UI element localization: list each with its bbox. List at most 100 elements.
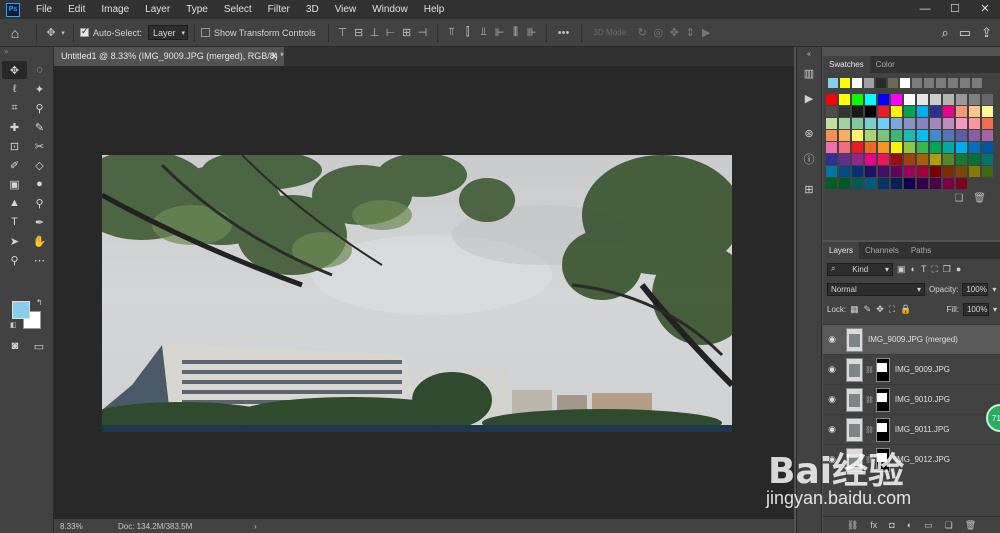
swatch[interactable]: [969, 142, 980, 153]
distribute-right-icon[interactable]: ⊪: [524, 26, 540, 39]
swatch[interactable]: [852, 154, 863, 165]
swatch[interactable]: [956, 142, 967, 153]
learn-icon[interactable]: ⊛: [797, 121, 821, 146]
dodge-tool-icon[interactable]: ⚲: [27, 194, 52, 212]
swatch[interactable]: [865, 178, 876, 189]
delete-layer-icon[interactable]: 🗑: [965, 520, 976, 531]
visibility-eye-icon[interactable]: ◉: [823, 364, 841, 375]
menu-layer[interactable]: Layer: [137, 0, 178, 19]
recent-swatch[interactable]: [960, 78, 970, 88]
workspace-icon[interactable]: ▭: [959, 25, 971, 41]
adjustment-filter-icon[interactable]: ◐: [911, 264, 916, 275]
swatch[interactable]: [865, 106, 876, 117]
swatch[interactable]: [865, 166, 876, 177]
layer-mask-thumbnail[interactable]: [875, 357, 890, 382]
recent-swatch[interactable]: [864, 78, 874, 88]
canvas-area[interactable]: [54, 66, 794, 519]
menu-window[interactable]: Window: [364, 0, 416, 19]
swatch[interactable]: [904, 154, 915, 165]
menu-help[interactable]: Help: [416, 0, 453, 19]
swatch[interactable]: [878, 118, 889, 129]
swatch[interactable]: [826, 166, 837, 177]
menu-edit[interactable]: Edit: [60, 0, 93, 19]
swatch[interactable]: [943, 154, 954, 165]
lock-image-icon[interactable]: ✎: [864, 304, 872, 315]
status-arrow-icon[interactable]: ›: [254, 522, 257, 531]
stamp-tool-icon[interactable]: ⊡: [2, 137, 27, 155]
swatch[interactable]: [956, 94, 967, 105]
swatch[interactable]: [982, 106, 993, 117]
swatch[interactable]: [930, 142, 941, 153]
swatch[interactable]: [852, 118, 863, 129]
swatch[interactable]: [852, 130, 863, 141]
close-button[interactable]: ✕: [970, 0, 1000, 19]
align-left-icon[interactable]: ⊢: [383, 26, 399, 39]
swatch[interactable]: [917, 178, 928, 189]
3d-camera-icon[interactable]: ▶: [698, 26, 714, 39]
swatch[interactable]: [956, 106, 967, 117]
swatch[interactable]: [826, 142, 837, 153]
3d-slide-icon[interactable]: ⇕: [682, 26, 698, 39]
visibility-eye-icon[interactable]: ◉: [823, 424, 841, 435]
info-icon[interactable]: ⓘ: [797, 146, 821, 171]
layer-mask-thumbnail[interactable]: [875, 417, 890, 442]
swatch[interactable]: [839, 154, 850, 165]
swatch[interactable]: [878, 94, 889, 105]
swatch[interactable]: [826, 154, 837, 165]
menu-image[interactable]: Image: [93, 0, 137, 19]
swatch[interactable]: [826, 178, 837, 189]
align-bottom-icon[interactable]: ⊥: [367, 26, 383, 39]
swatch[interactable]: [930, 154, 941, 165]
swatch[interactable]: [943, 106, 954, 117]
background-eraser-tool-icon[interactable]: ◇: [27, 156, 52, 174]
hand-tool-icon[interactable]: ✋: [27, 232, 52, 250]
panel-grip[interactable]: »: [0, 47, 53, 61]
eyedropper-tool-icon[interactable]: ⚲: [27, 99, 52, 117]
new-swatch-icon[interactable]: ❏: [954, 193, 963, 204]
recent-swatch[interactable]: [828, 78, 838, 88]
swatch[interactable]: [878, 178, 889, 189]
swatch[interactable]: [865, 94, 876, 105]
recent-swatch[interactable]: [948, 78, 958, 88]
swatch[interactable]: [891, 118, 902, 129]
swatch[interactable]: [839, 118, 850, 129]
menu-file[interactable]: File: [28, 0, 60, 19]
swatch[interactable]: [943, 94, 954, 105]
swatch[interactable]: [904, 118, 915, 129]
swatch[interactable]: [826, 94, 837, 105]
foreground-color-swatch[interactable]: [12, 301, 30, 319]
swatch[interactable]: [865, 154, 876, 165]
menu-type[interactable]: Type: [178, 0, 216, 19]
swap-colors-icon[interactable]: ↰: [36, 298, 43, 307]
swatch[interactable]: [917, 94, 928, 105]
3d-drag-icon[interactable]: ✥: [666, 26, 682, 39]
swatch[interactable]: [891, 106, 902, 117]
libraries-icon[interactable]: ⊞: [797, 177, 821, 202]
history-icon[interactable]: ▥: [797, 61, 821, 86]
swatch[interactable]: [956, 154, 967, 165]
mask-link-icon[interactable]: ⛓: [865, 426, 874, 434]
recent-swatch[interactable]: [936, 78, 946, 88]
eraser-tool-icon[interactable]: ✐: [2, 156, 27, 174]
layer-row[interactable]: ◉ ⛓ IMG_9011.JPG: [823, 414, 1000, 444]
document-tab[interactable]: Untitled1 @ 8.33% (IMG_9009.JPG (merged)…: [54, 47, 284, 66]
sharpen-tool-icon[interactable]: ▲: [2, 194, 27, 212]
history-brush-tool-icon[interactable]: ✂: [27, 137, 52, 155]
swatch[interactable]: [917, 106, 928, 117]
auto-select-checkbox[interactable]: [80, 26, 89, 37]
align-top-icon[interactable]: ⊤: [335, 26, 351, 39]
quick-mask-icon[interactable]: ◙: [4, 337, 26, 355]
swatch[interactable]: [904, 178, 915, 189]
more-options-button[interactable]: •••: [553, 27, 575, 39]
swatch[interactable]: [930, 106, 941, 117]
swatch[interactable]: [839, 166, 850, 177]
maximize-button[interactable]: ☐: [940, 0, 970, 19]
layer-mask-thumbnail[interactable]: [875, 387, 890, 412]
recent-swatch[interactable]: [840, 78, 850, 88]
mask-link-icon[interactable]: ⛓: [865, 456, 874, 464]
swatch[interactable]: [891, 130, 902, 141]
swatch[interactable]: [878, 106, 889, 117]
screen-mode-icon[interactable]: ▭: [28, 337, 50, 355]
blend-mode-dropdown[interactable]: Normal ▾: [827, 282, 925, 296]
swatch[interactable]: [956, 118, 967, 129]
